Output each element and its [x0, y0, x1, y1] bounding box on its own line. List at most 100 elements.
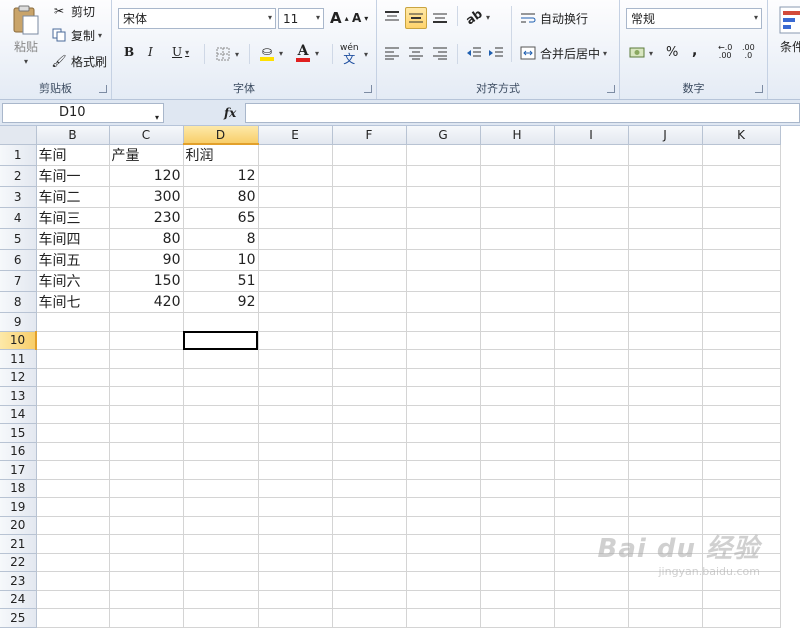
cell-g24[interactable]: [406, 590, 481, 609]
row-header[interactable]: 10: [0, 331, 37, 350]
cell-h5[interactable]: [480, 228, 555, 250]
copy-button[interactable]: 复制 ▾: [50, 26, 102, 44]
grow-font-button[interactable]: A ▴: [330, 9, 349, 27]
cell-e12[interactable]: [258, 368, 333, 387]
percent-button[interactable]: %: [666, 45, 678, 60]
cell-h13[interactable]: [480, 386, 555, 406]
cell-g18[interactable]: [406, 479, 481, 498]
cell-i3[interactable]: [554, 186, 629, 208]
cell-j8[interactable]: [628, 291, 703, 313]
cell-g20[interactable]: [406, 516, 481, 535]
cell-e7[interactable]: [258, 270, 333, 292]
cell-k1[interactable]: [702, 144, 781, 166]
cell-g11[interactable]: [406, 349, 481, 369]
cell-g7[interactable]: [406, 270, 481, 292]
cell-d1[interactable]: 利润: [183, 144, 259, 166]
cell-b16[interactable]: [36, 442, 110, 461]
cell-i16[interactable]: [554, 442, 629, 461]
cell-h16[interactable]: [480, 442, 555, 461]
cell-j19[interactable]: [628, 497, 703, 517]
italic-button[interactable]: I: [148, 45, 153, 59]
row-header[interactable]: 3: [0, 186, 37, 208]
cell-g14[interactable]: [406, 405, 481, 424]
cell-d11[interactable]: [183, 349, 259, 369]
cell-g8[interactable]: [406, 291, 481, 313]
cell-d24[interactable]: [183, 590, 259, 609]
row-header[interactable]: 2: [0, 165, 37, 187]
cell-e21[interactable]: [258, 534, 333, 554]
cell-f7[interactable]: [332, 270, 407, 292]
cell-e3[interactable]: [258, 186, 333, 208]
cell-b5[interactable]: 车间四: [36, 228, 110, 250]
cell-j25[interactable]: [628, 608, 703, 628]
cell-c12[interactable]: [109, 368, 184, 387]
row-header[interactable]: 8: [0, 291, 37, 313]
cell-b14[interactable]: [36, 405, 110, 424]
cell-e25[interactable]: [258, 608, 333, 628]
row-header[interactable]: 19: [0, 497, 37, 517]
cell-e4[interactable]: [258, 207, 333, 229]
cell-d18[interactable]: [183, 479, 259, 498]
cell-g22[interactable]: [406, 553, 481, 572]
cell-b17[interactable]: [36, 460, 110, 480]
cell-i15[interactable]: [554, 423, 629, 443]
cell-i11[interactable]: [554, 349, 629, 369]
cell-d14[interactable]: [183, 405, 259, 424]
cell-c18[interactable]: [109, 479, 184, 498]
cell-g19[interactable]: [406, 497, 481, 517]
row-header[interactable]: 16: [0, 442, 37, 461]
cell-c16[interactable]: [109, 442, 184, 461]
cell-g4[interactable]: [406, 207, 481, 229]
cell-j13[interactable]: [628, 386, 703, 406]
cell-i19[interactable]: [554, 497, 629, 517]
cell-b4[interactable]: 车间三: [36, 207, 110, 229]
cell-e15[interactable]: [258, 423, 333, 443]
cell-e14[interactable]: [258, 405, 333, 424]
cell-g1[interactable]: [406, 144, 481, 166]
row-header[interactable]: 22: [0, 553, 37, 572]
cell-g21[interactable]: [406, 534, 481, 554]
cell-f22[interactable]: [332, 553, 407, 572]
cell-e8[interactable]: [258, 291, 333, 313]
cell-b12[interactable]: [36, 368, 110, 387]
cell-g10[interactable]: [406, 331, 481, 350]
cell-g5[interactable]: [406, 228, 481, 250]
cell-i7[interactable]: [554, 270, 629, 292]
cell-c6[interactable]: 90: [109, 249, 184, 271]
dialog-launcher-icon[interactable]: [607, 85, 615, 93]
paste-button[interactable]: 粘贴 ▾: [6, 4, 46, 66]
row-header[interactable]: 25: [0, 608, 37, 628]
row-header[interactable]: 11: [0, 349, 37, 369]
cell-d12[interactable]: [183, 368, 259, 387]
cell-c10[interactable]: [109, 331, 184, 350]
select-all-corner[interactable]: [0, 126, 37, 145]
cell-d17[interactable]: [183, 460, 259, 480]
cell-h8[interactable]: [480, 291, 555, 313]
column-header-h[interactable]: H: [480, 126, 555, 145]
cell-d6[interactable]: 10: [183, 249, 259, 271]
row-header[interactable]: 7: [0, 270, 37, 292]
cell-e2[interactable]: [258, 165, 333, 187]
cell-f1[interactable]: [332, 144, 407, 166]
cell-b20[interactable]: [36, 516, 110, 535]
cell-b10[interactable]: [36, 331, 110, 350]
cell-i14[interactable]: [554, 405, 629, 424]
cell-f15[interactable]: [332, 423, 407, 443]
cell-g6[interactable]: [406, 249, 481, 271]
cell-h11[interactable]: [480, 349, 555, 369]
fill-color-button[interactable]: ⛀ ▾: [258, 44, 283, 62]
column-header-e[interactable]: E: [258, 126, 333, 145]
row-header[interactable]: 13: [0, 386, 37, 406]
column-header-i[interactable]: I: [554, 126, 629, 145]
font-name-select[interactable]: 宋体 ▾: [118, 8, 276, 29]
row-header[interactable]: 18: [0, 479, 37, 498]
dialog-launcher-icon[interactable]: [755, 85, 763, 93]
cell-k25[interactable]: [702, 608, 781, 628]
cell-c8[interactable]: 420: [109, 291, 184, 313]
cell-h3[interactable]: [480, 186, 555, 208]
cell-j17[interactable]: [628, 460, 703, 480]
cell-g16[interactable]: [406, 442, 481, 461]
cell-c22[interactable]: [109, 553, 184, 572]
cell-c19[interactable]: [109, 497, 184, 517]
cell-c11[interactable]: [109, 349, 184, 369]
